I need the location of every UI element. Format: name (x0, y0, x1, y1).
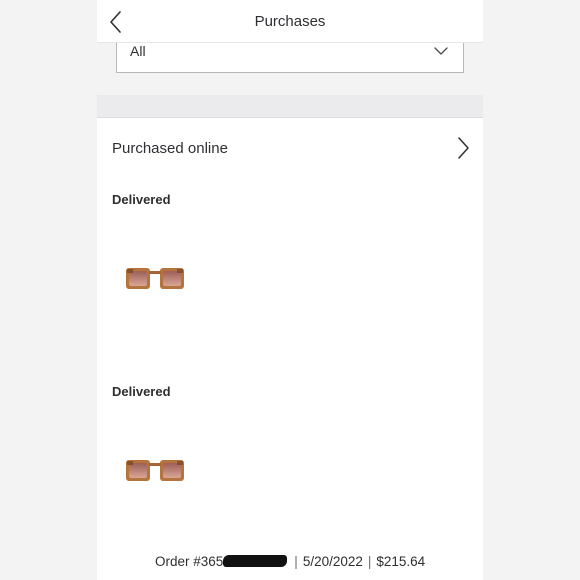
purchases-screen: Purchases All Purchased online Delivered (97, 0, 483, 580)
page-title: Purchases (254, 13, 326, 30)
purchased-online-row[interactable]: Purchased online (97, 118, 483, 180)
section-divider (97, 95, 483, 118)
section-label: Purchased online (112, 140, 228, 157)
order-number: Order #365 (155, 554, 224, 569)
order-total: $215.64 (376, 554, 426, 569)
separator: | (367, 554, 372, 569)
purchase-filter-select[interactable]: All (116, 43, 464, 73)
delivery-status: Delivered (112, 384, 171, 399)
chevron-right-icon (458, 137, 469, 159)
purchase-list: Purchased online Delivered Delivered Ord… (97, 118, 483, 580)
delivery-status: Delivered (112, 192, 171, 207)
sunglasses-icon (126, 460, 184, 481)
redaction-mark (223, 555, 288, 567)
product-thumbnail[interactable] (125, 455, 185, 487)
chevron-down-icon (434, 47, 448, 55)
separator: | (294, 554, 298, 569)
filter-selected-value: All (130, 43, 146, 59)
order-date: 5/20/2022 (302, 554, 363, 569)
filter-area: All (97, 43, 483, 95)
top-bar: Purchases (97, 0, 483, 43)
sunglasses-icon (126, 268, 184, 289)
product-thumbnail[interactable] (125, 263, 185, 295)
order-summary: Order #365 | 5/20/2022 | $215.64 (155, 554, 425, 569)
